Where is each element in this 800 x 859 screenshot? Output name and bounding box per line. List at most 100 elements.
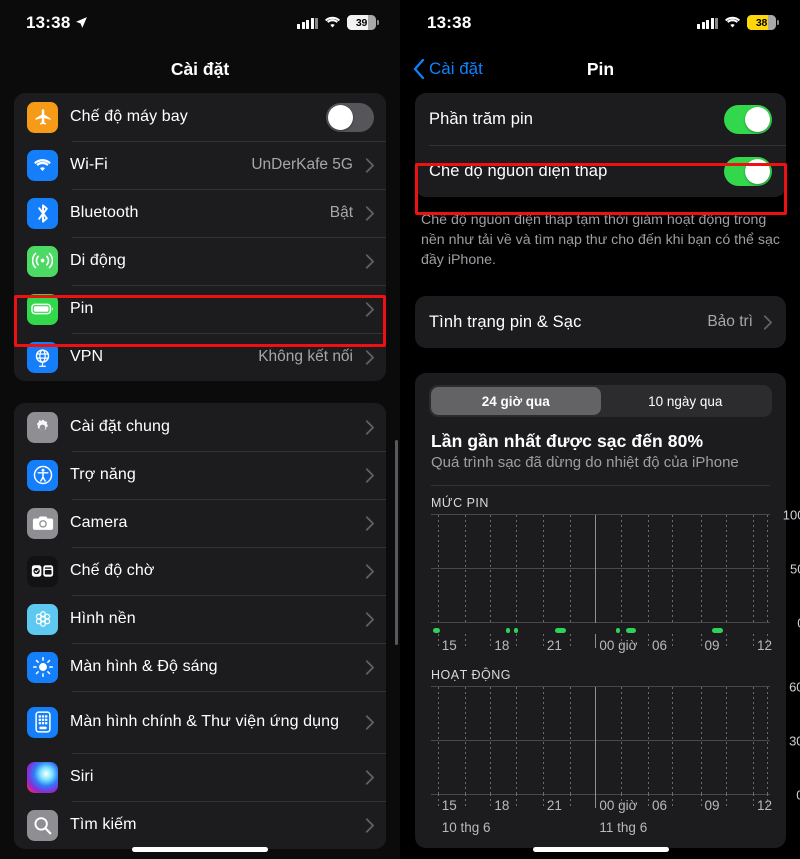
date-label: 11 thg 6 (599, 820, 648, 836)
right-status-time-group: 13:38 (427, 13, 471, 33)
battery-level-bars (431, 515, 770, 623)
settings-group-system: Cài đặt chung Trợ năng Camera Chế độ chờ… (14, 403, 386, 849)
settings-list[interactable]: Chế độ máy bay Wi-Fi UnDerKafe 5G Blueto (0, 93, 400, 849)
sidebar-item-bluetooth[interactable]: Bluetooth Bật (14, 189, 386, 237)
segment-last-24-hours[interactable]: 24 giờ qua (431, 387, 601, 416)
airplane-mode-toggle[interactable] (326, 102, 374, 132)
sidebar-item-wifi[interactable]: Wi-Fi UnDerKafe 5G (14, 141, 386, 189)
chevron-right-icon (365, 714, 374, 730)
x-axis-tick-mark (437, 794, 439, 807)
wifi-icon (27, 149, 58, 181)
home-indicator (532, 847, 669, 852)
back-button[interactable]: Cài đặt (413, 59, 483, 79)
last-charge-subtitle: Quá trình sạc đã dừng do nhiệt độ của iP… (431, 454, 739, 472)
accessibility-icon (27, 459, 58, 491)
battery-percentage-toggle[interactable] (724, 104, 772, 134)
page-title: Pin (586, 58, 615, 79)
low-power-mode-row[interactable]: Chế độ nguồn điện thấp (415, 145, 786, 197)
left-nav-bar: Cài đặt (0, 45, 400, 93)
sidebar-item-accessibility[interactable]: Trợ năng (14, 451, 386, 499)
x-axis-tick-mark (671, 634, 673, 647)
x-axis-tick-mark (725, 634, 727, 647)
low-power-mode-toggle[interactable] (724, 156, 772, 186)
charging-period-marker (625, 628, 636, 634)
x-axis-tick-label: 00 giờ (599, 638, 638, 654)
sidebar-item-home-screen[interactable]: Màn hình chính & Thư viện ứng dụng (14, 691, 386, 753)
x-axis-tick-label: 12 (757, 638, 773, 654)
cellular-icon (27, 245, 58, 277)
sidebar-item-vpn[interactable]: VPN Không kết nối (14, 333, 386, 381)
right-nav-bar: Cài đặt Pin (401, 45, 800, 93)
wifi-icon (725, 16, 740, 28)
activity-date-labels: 10 thg 6 11 thg 6 (431, 820, 770, 842)
standby-icon (27, 555, 58, 587)
scrollbar-thumb[interactable] (395, 440, 398, 645)
status-time: 13:38 (427, 12, 472, 32)
right-phone-battery-screen: 13:38 38 Cài đặt Pin Phần trăm pin Chế đ… (400, 0, 800, 859)
chevron-right-icon (365, 253, 374, 269)
x-axis-tick-mark (671, 794, 673, 807)
time-range-segmented-control[interactable]: 24 giờ qua 10 ngày qua (429, 385, 772, 418)
vpn-globe-icon (27, 341, 58, 373)
low-power-mode-description: Chế độ nguồn điện thấp tạm thời giảm hoạ… (421, 212, 780, 269)
y-axis-tick-label: 60ph (789, 679, 800, 695)
segment-last-10-days[interactable]: 10 ngày qua (601, 387, 771, 415)
battery-percent-label: 38 (755, 16, 768, 29)
left-phone-settings-screen: 13:38 39 Cài đặt Chế độ máy bay Wi-Fi Un… (0, 0, 400, 859)
charging-period-marker (432, 628, 441, 634)
sidebar-item-siri[interactable]: Siri (14, 753, 386, 801)
activity-bars (431, 687, 770, 795)
battery-percentage-label: Phần trăm pin (429, 109, 534, 128)
charging-period-marker (514, 628, 519, 634)
sidebar-item-value: UnDerKafe 5G (251, 156, 353, 173)
y-axis-tick-label: 30ph (789, 733, 800, 749)
settings-group-connectivity: Chế độ máy bay Wi-Fi UnDerKafe 5G Blueto (14, 93, 386, 381)
charging-period-marker (615, 628, 620, 634)
chevron-right-icon (365, 659, 374, 675)
battery-health-row[interactable]: Tình trạng pin & Sạc Bảo trì (415, 296, 786, 348)
chevron-right-icon (365, 301, 374, 317)
x-axis-tick-mark (647, 794, 649, 807)
battery-percentage-row[interactable]: Phần trăm pin (415, 93, 786, 145)
dual-phone-screenshot: 13:38 39 Cài đặt Chế độ máy bay Wi-Fi Un… (0, 0, 800, 859)
sidebar-item-display-brightness[interactable]: Màn hình & Độ sáng (14, 643, 386, 691)
battery-health-label: Tình trạng pin & Sạc (429, 313, 582, 332)
sidebar-item-cellular[interactable]: Di động (14, 237, 386, 285)
sidebar-item-search[interactable]: Tìm kiếm (14, 801, 386, 849)
charging-period-marker (712, 628, 724, 634)
x-axis-tick-mark (725, 794, 727, 807)
sidebar-item-label: Wi-Fi (70, 156, 108, 174)
toggle-knob (745, 158, 770, 184)
charging-period-marker (505, 628, 510, 634)
sidebar-item-label: Pin (70, 300, 94, 318)
sidebar-item-standby[interactable]: Chế độ chờ (14, 547, 386, 595)
x-axis-tick-mark (490, 794, 492, 807)
battery-percent-label: 39 (355, 16, 368, 29)
sidebar-item-label: Màn hình & Độ sáng (70, 658, 218, 676)
search-icon (27, 809, 58, 841)
sidebar-item-battery[interactable]: Pin (14, 285, 386, 333)
cellular-signal-icon (297, 17, 318, 29)
gear-icon (27, 411, 58, 443)
page-title: Cài đặt (170, 58, 230, 79)
toggle-knob (328, 104, 353, 130)
sidebar-item-wallpaper[interactable]: Hình nền (14, 595, 386, 643)
sidebar-item-label: Tìm kiếm (70, 816, 137, 834)
chevron-right-icon (365, 817, 374, 833)
x-axis-tick-label: 00 giờ (599, 798, 638, 814)
sidebar-item-label: Chế độ máy bay (70, 108, 188, 126)
chevron-right-icon (365, 515, 374, 531)
sidebar-item-label: Di động (70, 252, 126, 270)
x-axis-tick-mark (464, 634, 466, 647)
chevron-right-icon (365, 349, 374, 365)
sidebar-item-label: Trợ năng (70, 466, 136, 484)
x-axis-tick-mark (569, 634, 571, 647)
chevron-left-icon (413, 59, 425, 79)
sidebar-item-label: Chế độ chờ (70, 562, 155, 580)
y-axis-tick-label: 0ph (796, 788, 800, 803)
x-axis-tick-mark (753, 794, 755, 807)
sidebar-item-general[interactable]: Cài đặt chung (14, 403, 386, 451)
sidebar-item-camera[interactable]: Camera (14, 499, 386, 547)
battery-usage-card: 24 giờ qua 10 ngày qua Lần gần nhất được… (415, 373, 800, 849)
sidebar-item-airplane-mode[interactable]: Chế độ máy bay (14, 93, 386, 141)
